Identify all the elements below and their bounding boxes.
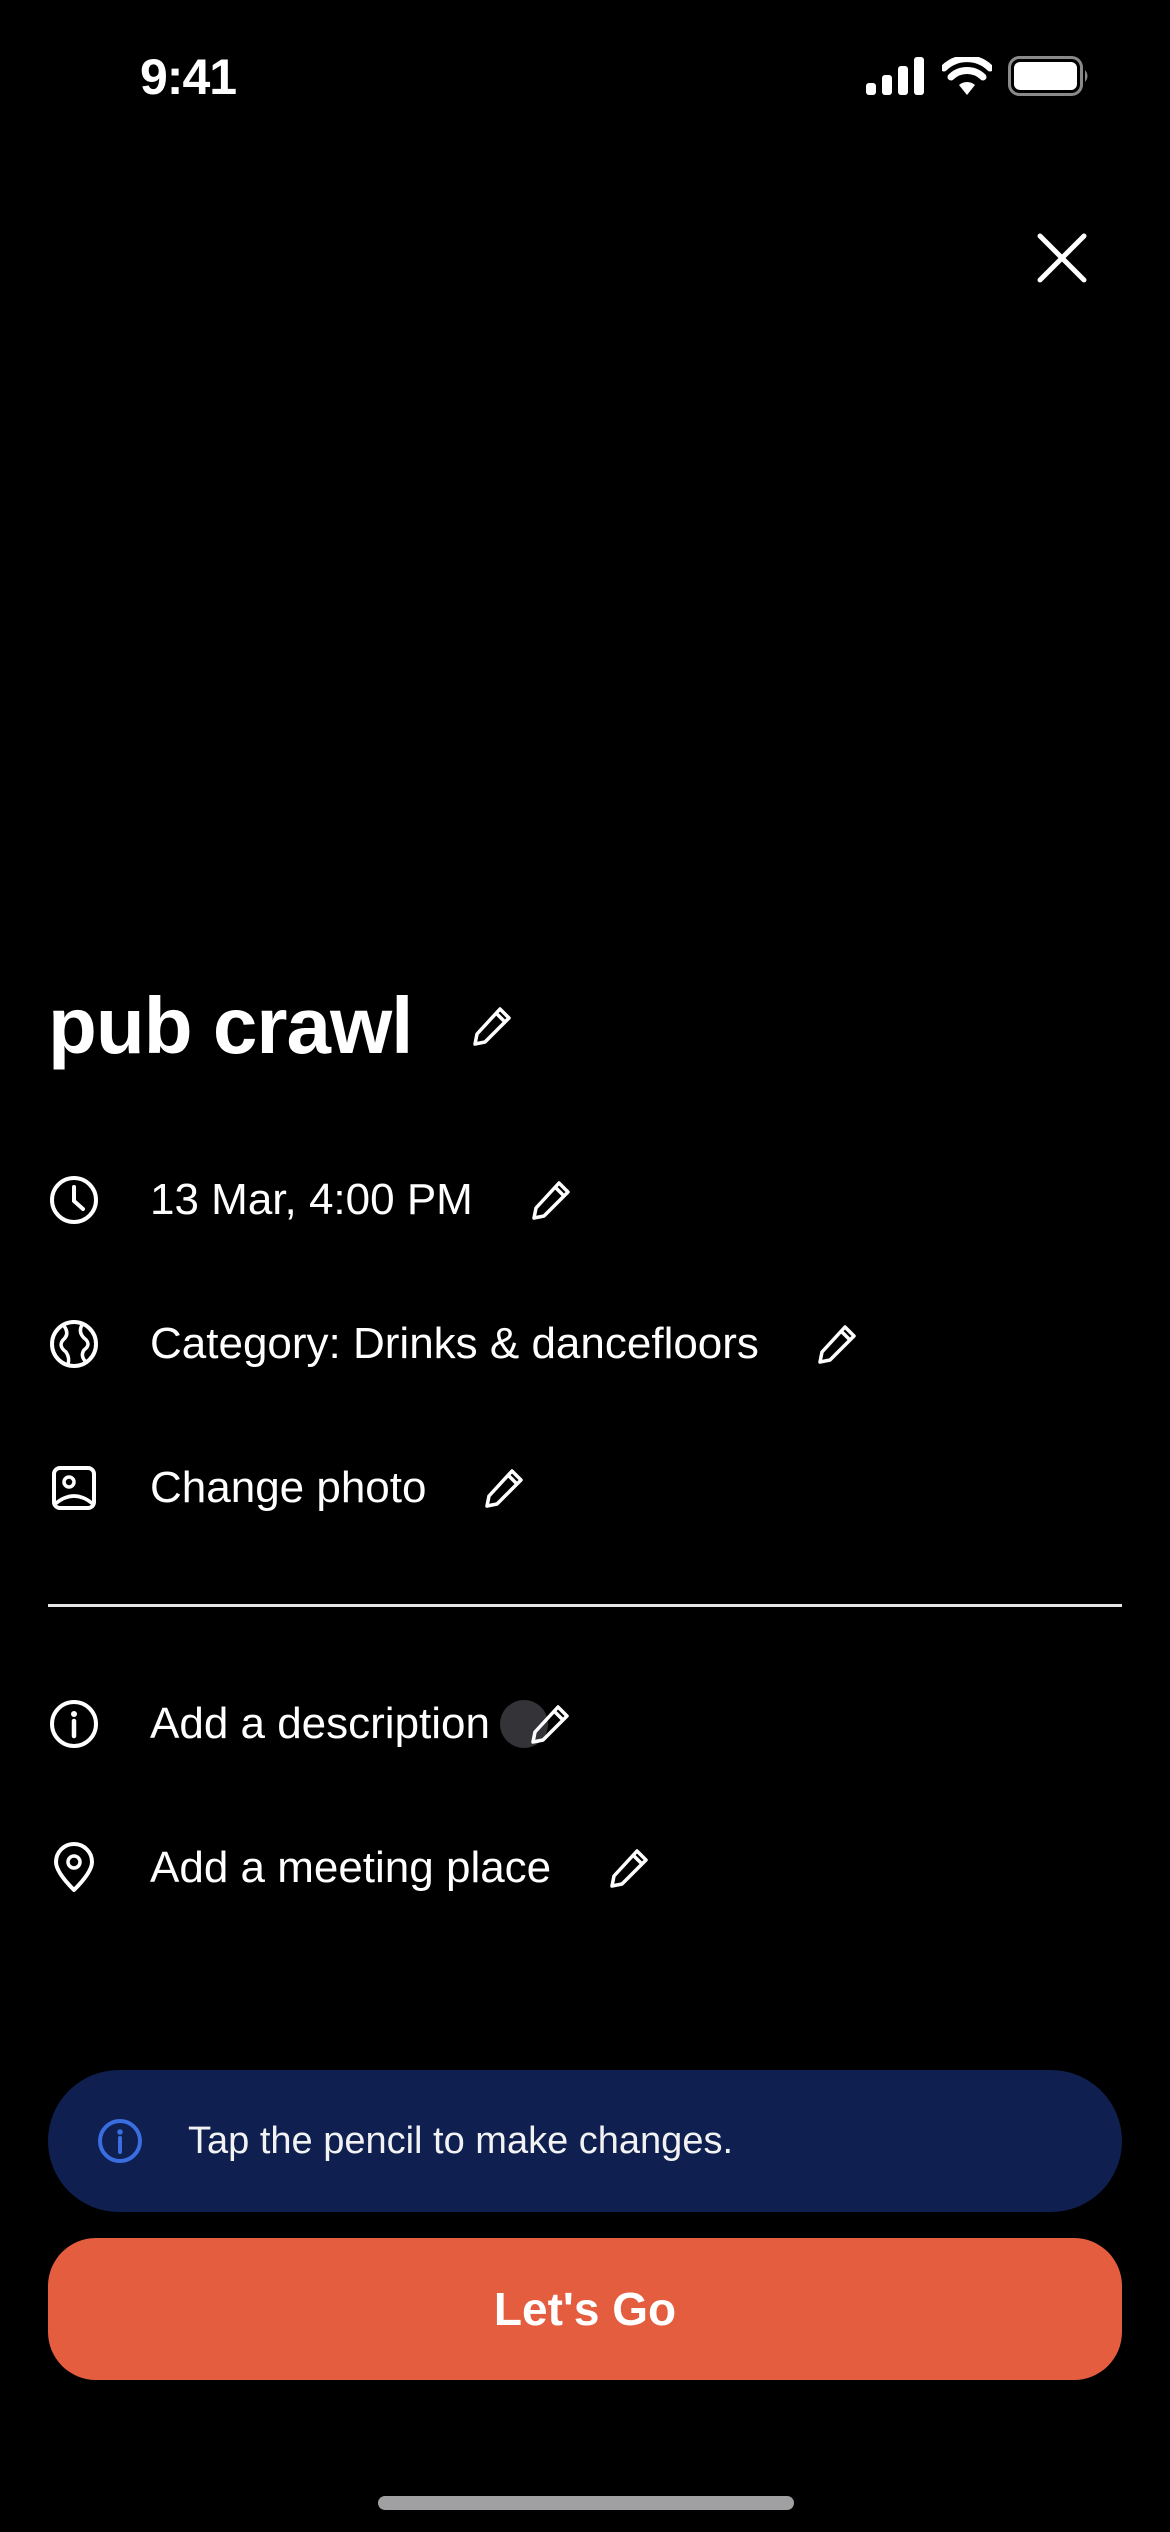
- info-icon: [50, 1700, 98, 1748]
- event-title: pub crawl: [48, 981, 413, 1070]
- edit-category-button[interactable]: [815, 1322, 859, 1366]
- wifi-icon: [942, 57, 992, 95]
- battery-icon: [1008, 56, 1088, 96]
- field-photo[interactable]: Change photo: [48, 1458, 526, 1518]
- add-description-label: Add a description: [150, 1699, 490, 1748]
- clock-icon: [50, 1176, 98, 1224]
- edit-description-button[interactable]: [528, 1702, 572, 1746]
- datetime-label: 13 Mar, 4:00 PM: [150, 1175, 473, 1224]
- status-time: 9:41: [140, 49, 237, 105]
- field-meeting-place[interactable]: Add a meeting place: [48, 1838, 651, 1898]
- field-category[interactable]: Category: Drinks & dancefloors: [48, 1314, 859, 1374]
- change-photo-label: Change photo: [150, 1463, 427, 1512]
- pencil-icon: [473, 1007, 512, 1046]
- signal-icon: [866, 57, 924, 95]
- close-button[interactable]: [1032, 228, 1092, 288]
- edit-meeting-place-button[interactable]: [607, 1846, 651, 1890]
- info-icon: [98, 2119, 142, 2163]
- close-icon: [1037, 233, 1087, 283]
- edit-datetime-button[interactable]: [529, 1178, 573, 1222]
- field-datetime[interactable]: 13 Mar, 4:00 PM: [48, 1170, 573, 1230]
- pencil-icon: [818, 1325, 856, 1364]
- globe-icon: [50, 1320, 98, 1368]
- hint-text: Tap the pencil to make changes.: [188, 2119, 734, 2162]
- hint-banner: Tap the pencil to make changes.: [48, 2070, 1122, 2212]
- category-label: Category: Drinks & dancefloors: [150, 1319, 759, 1368]
- pencil-icon: [531, 1705, 569, 1744]
- edit-photo-button[interactable]: [482, 1466, 526, 1510]
- lets-go-label: Let's Go: [493, 2283, 677, 2335]
- pencil-icon: [610, 1849, 648, 1888]
- photo-icon: [52, 1466, 96, 1510]
- field-description[interactable]: Add a description: [48, 1694, 572, 1754]
- event-title-row: pub crawl: [48, 980, 514, 1072]
- status-icons: [866, 56, 1090, 96]
- add-meeting-place-label: Add a meeting place: [150, 1843, 552, 1892]
- section-divider: [48, 1604, 1122, 1607]
- home-indicator: [378, 2496, 794, 2510]
- pencil-icon: [485, 1469, 524, 1508]
- lets-go-button[interactable]: Let's Go: [48, 2238, 1122, 2380]
- edit-title-button[interactable]: [470, 1004, 514, 1048]
- pencil-icon: [532, 1181, 570, 1220]
- location-pin-icon: [54, 1842, 94, 1892]
